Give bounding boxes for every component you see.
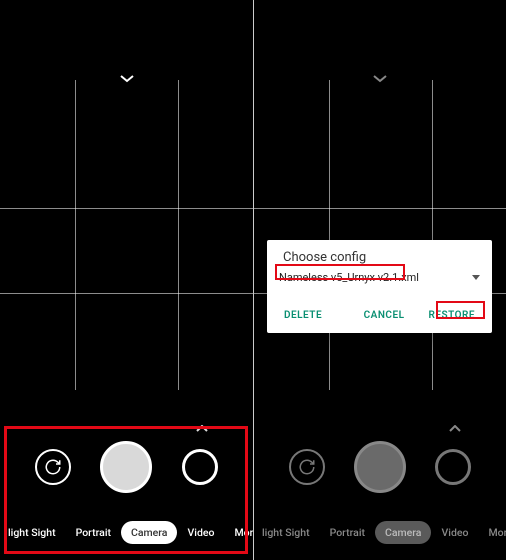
chevron-up-icon[interactable]: [449, 417, 461, 436]
grid-line: [75, 80, 76, 390]
dialog-title: Choose config: [283, 250, 480, 265]
config-selected-value: Nameless v5_Urnyx v2.1.xml: [279, 271, 419, 284]
last-photo-thumb[interactable]: [435, 449, 471, 485]
dialog-actions: DELETE CANCEL RESTORE: [279, 306, 480, 325]
switch-camera-button[interactable]: [289, 449, 325, 485]
chevron-down-icon[interactable]: [373, 68, 387, 87]
mode-selector[interactable]: light Sight Portrait Camera Video More: [0, 504, 253, 560]
cancel-button[interactable]: CANCEL: [359, 306, 410, 325]
config-dialog: Choose config Nameless v5_Urnyx v2.1.xml…: [267, 240, 492, 333]
viewfinder[interactable]: [254, 80, 506, 390]
viewfinder[interactable]: [0, 80, 253, 390]
mode-camera[interactable]: Camera: [121, 521, 177, 544]
mode-portrait[interactable]: Portrait: [66, 521, 121, 544]
last-photo-thumb[interactable]: [182, 449, 218, 485]
mode-selector[interactable]: light Sight Portrait Camera Video More: [253, 504, 506, 560]
grid-line: [329, 80, 330, 390]
delete-button[interactable]: DELETE: [279, 306, 327, 325]
restore-button[interactable]: RESTORE: [424, 306, 481, 325]
camera-controls: [254, 436, 506, 498]
switch-camera-button[interactable]: [35, 449, 71, 485]
chevron-down-icon[interactable]: [120, 68, 134, 87]
mode-portrait[interactable]: Portrait: [320, 521, 375, 544]
mode-video[interactable]: Video: [431, 521, 478, 544]
dropdown-arrow-icon: [472, 275, 480, 280]
grid-line: [0, 208, 253, 209]
mode-night-sight[interactable]: light Sight: [253, 521, 320, 544]
grid-line: [254, 208, 506, 209]
phone-screen-left: light Sight Portrait Camera Video More: [0, 0, 253, 560]
mode-night-sight[interactable]: light Sight: [0, 521, 66, 544]
mode-more[interactable]: More: [478, 521, 506, 544]
mode-video[interactable]: Video: [177, 521, 224, 544]
grid-line: [178, 80, 179, 390]
grid-line: [432, 80, 433, 390]
camera-controls: [0, 436, 253, 498]
mode-more[interactable]: More: [224, 521, 253, 544]
shutter-button[interactable]: [100, 441, 152, 493]
shutter-button[interactable]: [354, 441, 406, 493]
chevron-up-icon[interactable]: [196, 417, 208, 436]
grid-line: [0, 293, 253, 294]
config-dropdown[interactable]: Nameless v5_Urnyx v2.1.xml: [279, 269, 480, 294]
mode-camera[interactable]: Camera: [375, 521, 431, 544]
